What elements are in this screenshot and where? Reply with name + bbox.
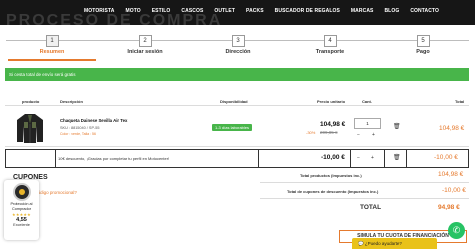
trust-line-2: Comprador (12, 206, 31, 211)
nav-item-marcas[interactable]: MARCAS (351, 8, 374, 14)
main-nav: MOTORISTA MOTO ESTILO CASCOS OUTLET PACK… (84, 8, 450, 14)
step-number: 3 (231, 35, 245, 47)
step-pago[interactable]: 5 Pago (383, 35, 463, 55)
cell-divider (384, 149, 385, 168)
nav-item-cascos[interactable]: CASCOS (181, 8, 203, 14)
trash-icon[interactable]: 🗑 (393, 123, 401, 130)
summary-divider (260, 182, 469, 183)
col-header-description: Descripción (60, 99, 83, 104)
step-number: 5 (416, 35, 430, 47)
whatsapp-icon[interactable]: ✆ (448, 222, 465, 239)
product-name-link[interactable]: Chaqueta Dainese Sevilla Air Tex (60, 118, 127, 123)
nav-item-packs[interactable]: PACKS (246, 8, 264, 14)
grand-total-value: 94,98 € (438, 204, 460, 211)
discount-percent: -30% (306, 130, 316, 135)
voucher-decrease-button[interactable]: − (357, 155, 360, 161)
voucher-increase-button[interactable]: + (371, 155, 374, 161)
cell-divider (350, 149, 351, 168)
cell-divider (55, 149, 56, 168)
step-label: Transporte (315, 49, 345, 55)
col-header-total: Total (455, 99, 465, 104)
step-number: 2 (138, 35, 152, 47)
nav-item-outlet[interactable]: OUTLET (214, 8, 235, 14)
chat-icon: 💬 (358, 241, 365, 246)
product-attributes: Color : verde, Talla : 56 (60, 132, 96, 136)
nav-item-contacto[interactable]: CONTACTO (410, 8, 439, 14)
product-image[interactable] (16, 112, 44, 144)
quantity-input[interactable]: 1 (354, 118, 381, 129)
products-total-value: 104,98 € (438, 171, 464, 178)
step-iniciar-sesion[interactable]: 2 Iniciar sesión (105, 35, 185, 55)
step-number: 1 (45, 35, 59, 47)
cell-divider (258, 149, 259, 168)
step-label: Pago (416, 49, 430, 55)
nav-item-blog[interactable]: BLOG (384, 8, 399, 14)
coupons-total-label: Total de cupones de descuento (Impuestos… (287, 189, 379, 194)
free-shipping-banner: Si cesta total de envío será gratis (5, 68, 469, 81)
help-chat-label: ¿Puedo ayudarte? (364, 241, 402, 246)
step-label: Dirección (225, 49, 251, 55)
rating-word: Excelente (13, 223, 30, 227)
help-chat-button[interactable]: 💬 ¿Puedo ayudarte? (352, 238, 437, 249)
summary-divider (260, 198, 469, 199)
qty-increase-button[interactable]: + (372, 132, 375, 138)
step-resumen[interactable]: 1 Resumen (12, 35, 92, 55)
line-total: 104,98 € (439, 125, 465, 132)
nav-item-motorista[interactable]: MOTORISTA (84, 8, 114, 14)
nav-item-estilo[interactable]: ESTILO (152, 8, 171, 14)
buyer-protection-badge[interactable]: Protección al Comprador ★★★★★ 4,55 Excel… (4, 180, 39, 240)
qty-decrease-button[interactable]: − (357, 132, 360, 138)
row-divider (5, 146, 469, 147)
voucher-amount: -10,00 € (321, 154, 345, 161)
trash-icon[interactable]: 🗑 (393, 154, 401, 161)
col-header-qty: Cant. (362, 99, 372, 104)
step-transporte[interactable]: 4 Transporte (290, 35, 370, 55)
step-direccion[interactable]: 3 Dirección (198, 35, 278, 55)
product-sku: SKU : 8815040 / SP-55 (60, 126, 100, 130)
nav-item-buscador-regalos[interactable]: BUSCADOR DE REGALOS (275, 8, 340, 14)
page-title-behind: PROCESO DE COMPRA (6, 12, 223, 29)
step-label: Iniciar sesión (127, 49, 163, 55)
col-header-unit-price: Precio unitario (317, 99, 346, 104)
nav-item-moto[interactable]: MOTO (125, 8, 140, 14)
coupons-total-value: -10,00 € (442, 187, 466, 194)
trust-seal-icon (12, 183, 31, 201)
top-navbar: PROCESO DE COMPRA MOTORISTA MOTO ESTILO … (0, 0, 475, 29)
active-step-underline (8, 59, 96, 61)
old-price: 209,85 € (320, 130, 338, 135)
cell-divider (406, 149, 407, 168)
availability-badge: 1-3 días laborables (212, 124, 253, 131)
step-label: Resumen (39, 49, 65, 55)
unit-price: 104,98 € (320, 121, 346, 128)
col-header-availability: Disponibilidad (220, 99, 248, 104)
grand-total-label: TOTAL (360, 204, 382, 211)
products-total-label: Total productos (Impuestos inc.) (300, 173, 362, 178)
header-divider (5, 105, 469, 106)
col-header-product: producto (22, 99, 40, 104)
voucher-line-total: -10,00 € (434, 154, 458, 161)
voucher-description: 10€ descuento, ¡Gracias por completar tu… (58, 156, 170, 161)
step-number: 4 (323, 35, 337, 47)
